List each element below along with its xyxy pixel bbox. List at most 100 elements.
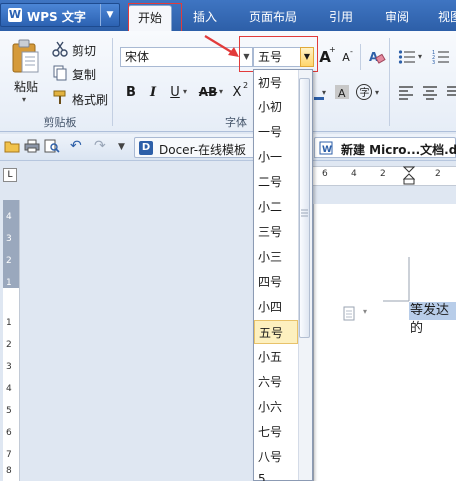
superscript-button[interactable]: X [231,85,243,100]
paste-button[interactable]: 粘贴 [14,78,38,95]
font-color-dropdown-icon[interactable]: ▾ [322,88,326,97]
font-size-option[interactable]: 八号 [254,445,302,469]
paste-dropdown-icon[interactable]: ▾ [22,95,26,104]
font-size-option[interactable]: 七号 [254,420,302,444]
superscript-mark-icon: 2 [243,81,249,90]
svg-text:W: W [322,145,332,155]
align-center-icon[interactable] [422,84,438,100]
ruler-tab-selector[interactable]: L [3,168,17,182]
ruler-number: 2 [6,256,12,266]
bullet-list-dropdown-icon[interactable]: ▾ [418,52,422,61]
paste-options-dropdown-icon[interactable]: ▾ [363,307,367,316]
grow-font-plus-icon: + [329,45,336,54]
ruler-number: 4 [351,169,357,179]
enclose-char-dropdown-icon[interactable]: ▾ [375,88,379,97]
font-size-option[interactable]: 小三 [254,245,302,269]
ruler-number: 1 [6,318,12,328]
font-size-option[interactable]: 一号 [254,120,302,144]
strikethrough-button[interactable]: AB [198,85,218,99]
ruler-number: 2 [6,340,12,350]
copy-icon [52,65,68,81]
ruler-number: 4 [6,384,12,394]
indent-marker-icon[interactable] [402,166,416,186]
align-right-icon[interactable] [446,84,456,100]
annotation-box-font-size [239,36,318,72]
ruler-number: 3 [6,234,12,244]
bold-button[interactable]: B [124,85,138,100]
word-doc-icon: W [319,141,333,155]
selected-text[interactable]: 等发达的 [409,302,456,336]
font-size-option[interactable]: 小六 [254,395,302,419]
group-divider [112,38,113,126]
shrink-font-minus-icon: - [350,47,353,56]
chevron-down-icon[interactable]: ▼ [100,4,119,26]
font-size-option[interactable]: 5 [254,470,302,481]
font-size-option[interactable]: 初号 [254,71,302,95]
strikethrough-dropdown-icon[interactable]: ▾ [219,87,223,96]
clear-format-icon[interactable]: A [368,48,386,66]
scissors-icon [52,41,68,57]
paste-options-icon[interactable] [343,305,357,321]
scrollbar-grip-icon [301,206,308,217]
print-icon[interactable] [24,139,40,153]
redo-icon[interactable]: ↷ [94,139,108,153]
group-divider [360,44,361,70]
docer-tab-label: Docer-在线模板 [159,143,247,157]
document-page[interactable] [313,204,456,481]
font-size-option[interactable]: 六号 [254,370,302,394]
ruler-number: 7 [6,450,12,460]
ruler-number: 3 [6,362,12,372]
tab-references[interactable]: 引用 [318,5,364,31]
margin-corner-mark [383,257,413,305]
font-size-option[interactable]: 小初 [254,95,302,119]
undo-icon[interactable]: ↶ [70,139,84,153]
tab-insert[interactable]: 插入 [182,5,228,31]
clipboard-group-label: 剪贴板 [43,116,77,129]
svg-text:字: 字 [360,86,370,99]
ruler-number: 5 [6,406,12,416]
ruler-number: 1 [6,278,12,288]
font-size-option[interactable]: 四号 [254,270,302,294]
tab-page-layout[interactable]: 页面布局 [240,5,306,31]
tab-docer-templates[interactable]: D Docer-在线模板 [134,137,256,158]
format-painter-button[interactable]: 格式刷 [72,91,108,108]
ruler-number: 6 [322,169,328,179]
print-preview-icon[interactable] [44,139,60,153]
docer-logo-icon: D [139,141,153,155]
annotation-arrow-icon [203,33,243,59]
ruler-number: 2 [380,169,386,179]
font-size-option[interactable]: 小二 [254,195,302,219]
qat-customize-icon[interactable]: ▼ [118,140,132,154]
font-size-option[interactable]: 小一 [254,145,302,169]
char-shading-icon[interactable]: A [334,84,350,100]
ruler-number: 2 [435,169,441,179]
app-menu-button[interactable]: W WPS 文字 ▼ [0,3,120,27]
tab-view[interactable]: 视图 [430,5,456,31]
enclose-char-icon[interactable]: 字 [355,83,373,101]
font-size-option[interactable]: 二号 [254,170,302,194]
cut-button[interactable]: 剪切 [72,42,96,59]
font-size-option-selected[interactable]: 五号 [254,320,298,344]
tab-review[interactable]: 审阅 [374,5,420,31]
ruler-number: 8 [6,466,12,476]
tab-document[interactable]: W 新建 Micro...文档.doc [314,137,456,158]
font-group-label: 字体 [225,116,247,129]
font-size-option[interactable]: 三号 [254,220,302,244]
svg-text:A: A [338,87,346,100]
copy-button[interactable]: 复制 [72,66,96,83]
ruler-number: 6 [6,428,12,438]
align-left-icon[interactable] [398,84,414,100]
underline-button[interactable]: U [169,85,181,100]
format-painter-icon [52,89,68,105]
underline-dropdown-icon[interactable]: ▾ [183,87,187,96]
ruler-number: 4 [6,212,12,222]
font-size-option[interactable]: 小四 [254,295,302,319]
bullet-list-icon[interactable] [398,48,416,66]
italic-button[interactable]: I [147,85,159,100]
app-name: WPS 文字 [27,10,86,24]
open-folder-icon[interactable] [4,139,20,153]
font-size-option[interactable]: 小五 [254,345,302,369]
paste-icon[interactable] [10,38,42,76]
numbered-list-icon[interactable]: 123 [432,48,450,66]
svg-text:3: 3 [432,60,435,66]
